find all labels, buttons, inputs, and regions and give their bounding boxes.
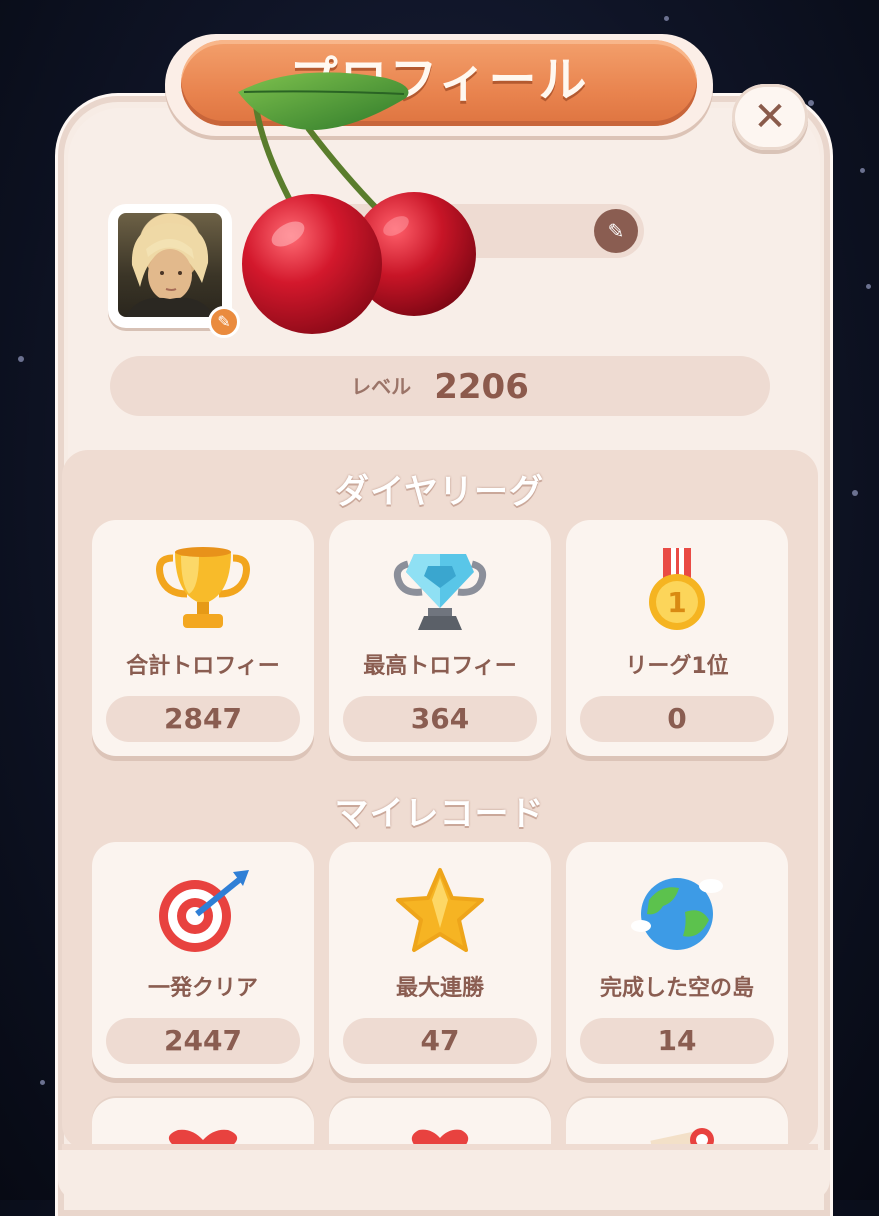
stat-card-max-win-streak: 最大連勝 47 [329,842,551,1078]
medal-icon: 1 [649,548,705,630]
stat-card-label: 一発クリア [147,976,258,1001]
background-star [664,16,669,21]
level-bar: レベル 2206 [110,356,770,416]
background-star [40,1080,45,1085]
stat-card-completed-sky-islands: 完成した空の島 14 [566,842,788,1078]
stat-card-value: 2447 [106,1018,300,1064]
stat-card-league-first: 1 リーグ1位 0 [566,520,788,756]
stat-card-value: 364 [343,696,537,742]
svg-text:1: 1 [667,586,686,619]
globe-icon [631,878,723,950]
records-section-title: マイレコード [334,794,545,834]
stat-card-label: 最大連勝 [395,976,484,1001]
stat-card-value: 2847 [106,696,300,742]
target-icon [159,870,249,952]
stat-card-label: 最高トロフィー [363,654,517,679]
pencil-icon: ✎ [217,312,231,331]
stat-card-value: 0 [580,696,774,742]
profile-panel-bottom [58,1150,830,1200]
stat-card-label: 完成した空の島 [599,976,754,1001]
level-value: 2206 [434,366,529,407]
close-icon: ✕ [753,94,787,140]
stat-card-label: リーグ1位 [625,654,729,679]
background-star [18,356,24,362]
level-label: レベル [351,374,412,399]
stat-card-total-trophy: 合計トロフィー 2847 [92,520,314,756]
stat-card-one-shot-clear: 一発クリア 2447 [92,842,314,1078]
league-section-title: ダイヤリーグ [335,472,544,512]
background-star [860,168,865,173]
nickname-edit-button[interactable]: ✎ [594,209,638,253]
cherry-sticker [238,72,476,334]
avatar[interactable] [118,213,222,317]
diamond-trophy-icon [393,554,487,630]
background-star [866,284,871,289]
gold-trophy-icon [156,547,250,628]
stat-card-best-trophy: 最高トロフィー 364 [329,520,551,756]
pencil-icon: ✎ [607,219,625,243]
star-icon [396,868,484,952]
stat-card-value: 14 [580,1018,774,1064]
avatar-portrait [126,223,214,317]
stat-card-label: 合計トロフィー [126,654,280,679]
close-button[interactable]: ✕ [732,84,808,150]
stat-card-value: 47 [343,1018,537,1064]
background-star [808,100,814,106]
